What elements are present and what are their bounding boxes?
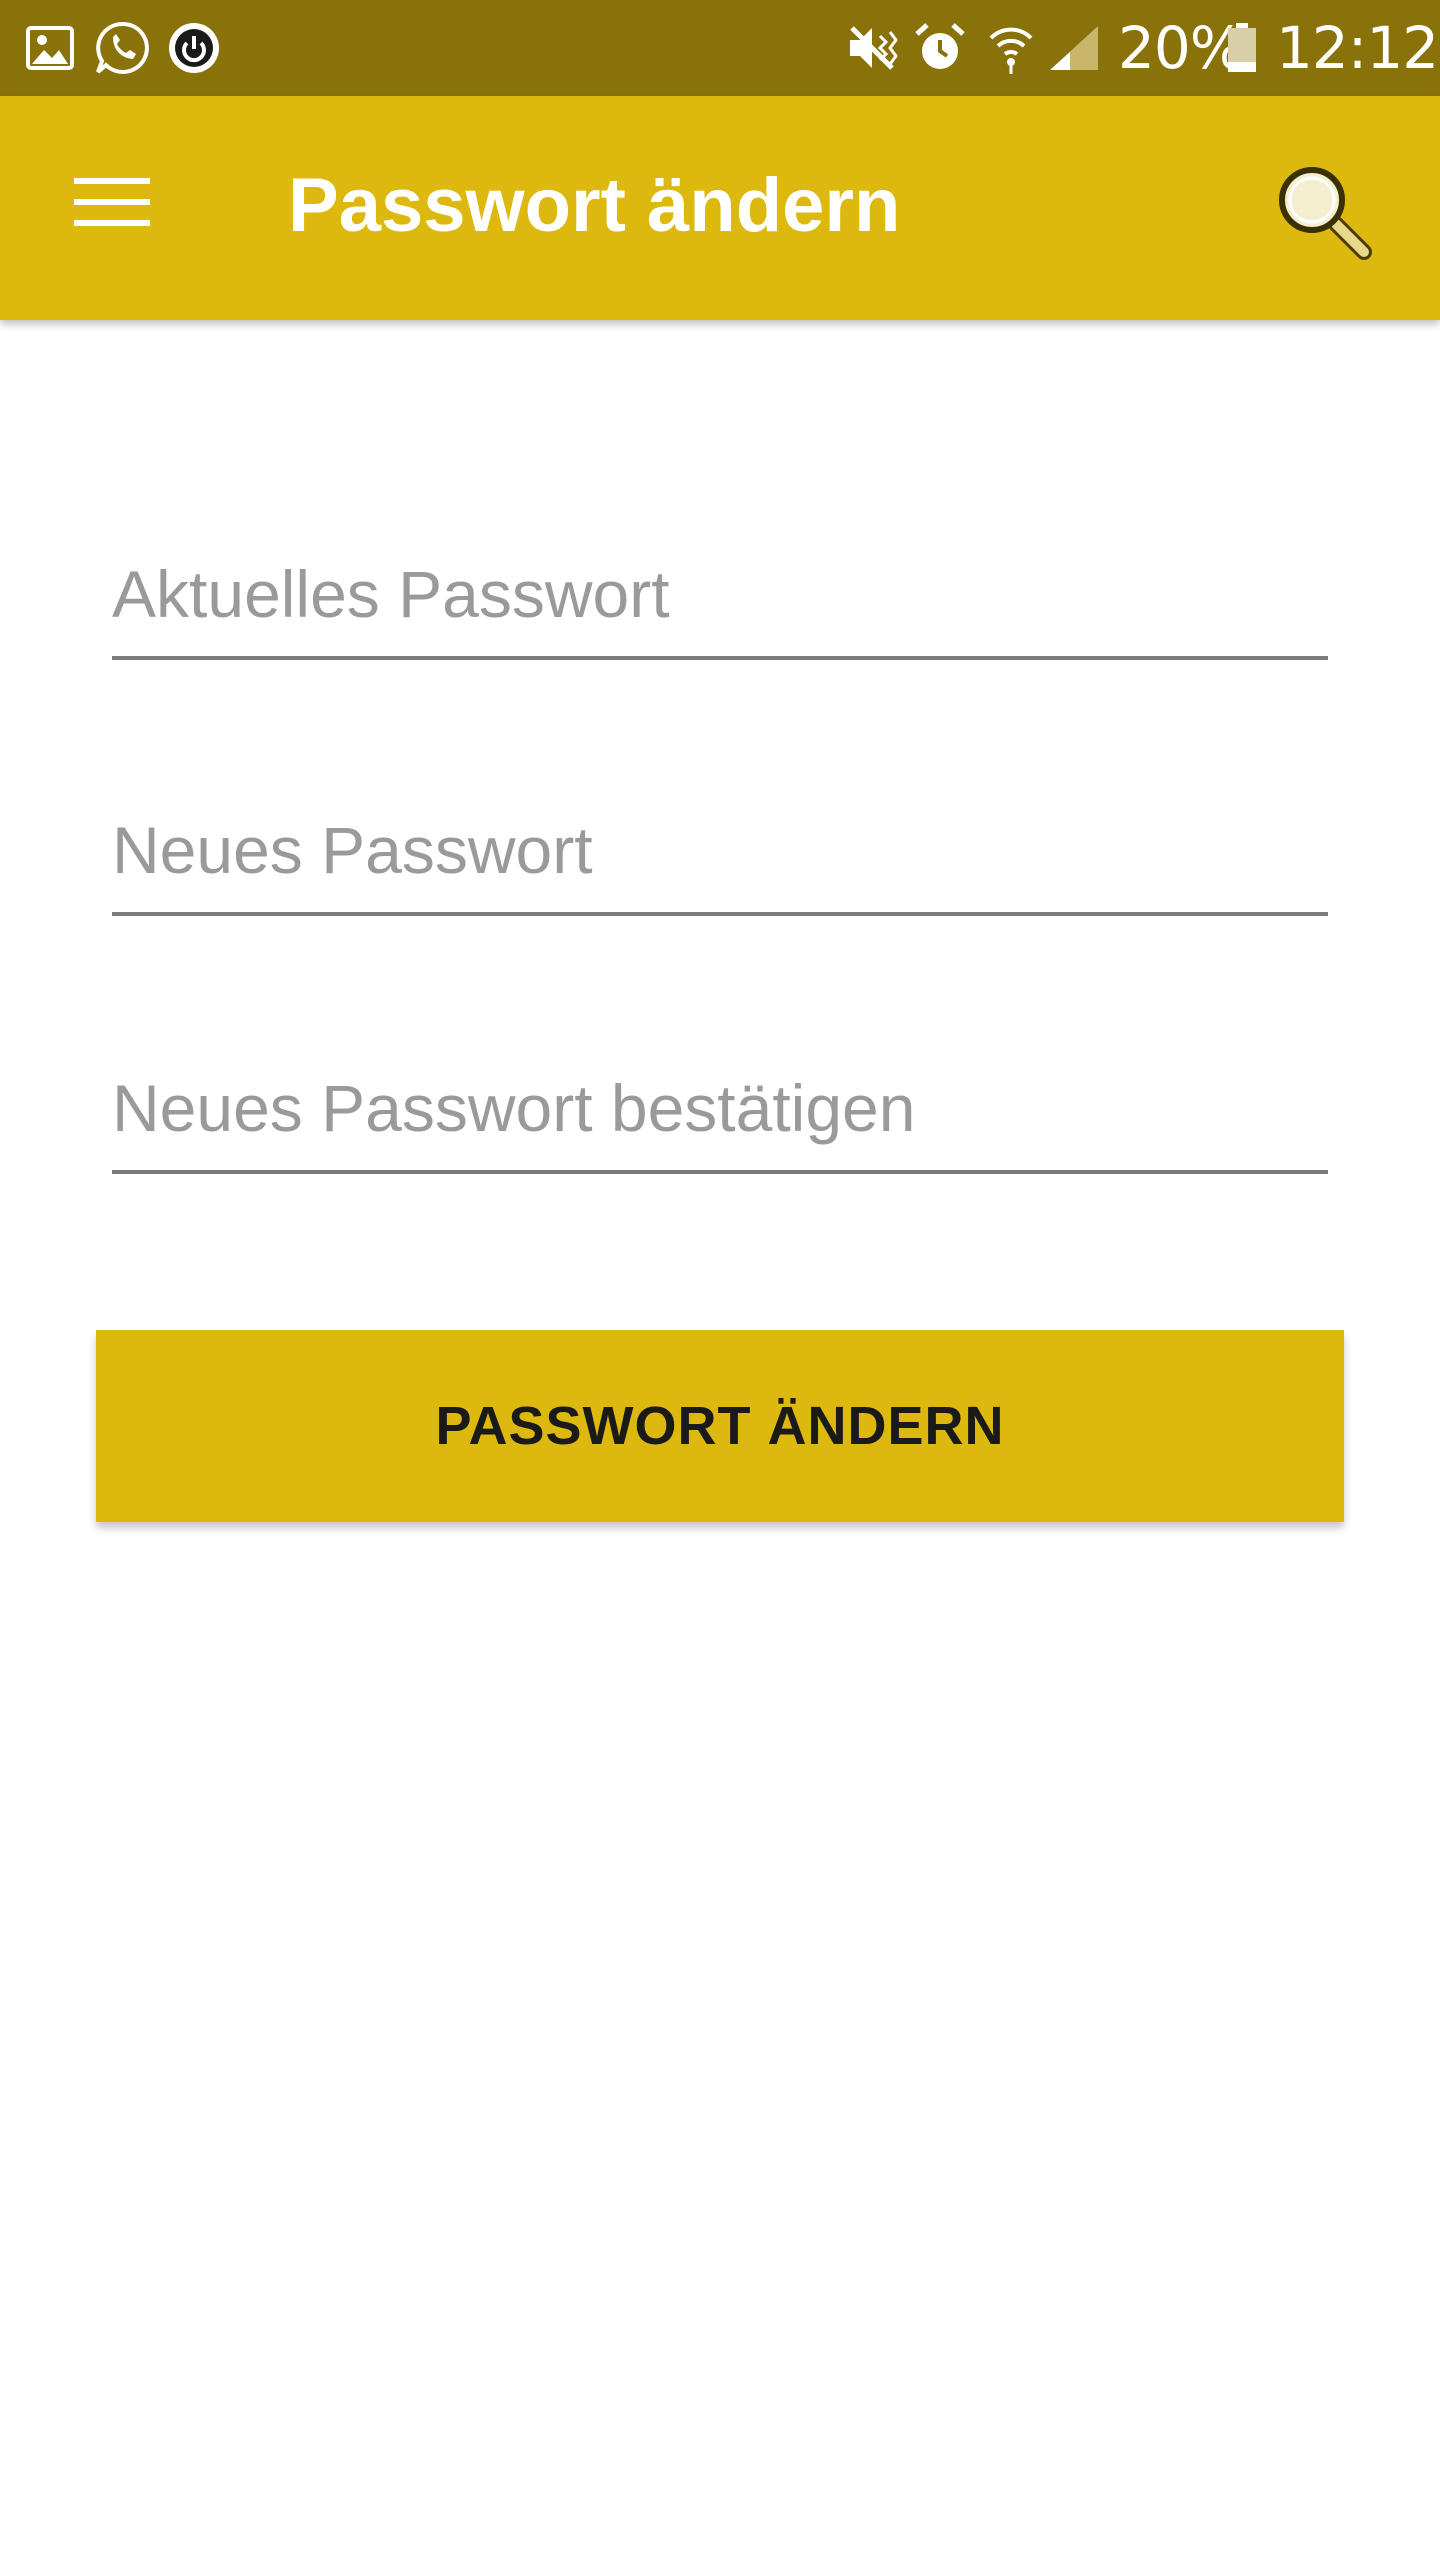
search-button[interactable] — [1264, 154, 1384, 274]
image-icon — [24, 18, 76, 78]
new-password-input[interactable] — [112, 800, 1328, 900]
app-bar: Passwort ändern — [0, 96, 1440, 320]
whatsapp-icon — [92, 18, 152, 78]
current-password-field[interactable] — [112, 536, 1328, 660]
page-title: Passwort ändern — [288, 163, 901, 248]
change-password-button[interactable]: PASSWORT ÄNDERN — [96, 1330, 1344, 1522]
new-password-field[interactable] — [112, 792, 1328, 916]
hamburger-menu-icon — [72, 172, 152, 237]
wifi-icon — [986, 18, 1036, 78]
signal-icon — [1046, 18, 1102, 78]
search-icon — [1272, 160, 1376, 269]
confirm-password-field[interactable] — [112, 1050, 1328, 1174]
power-app-icon — [164, 18, 224, 78]
confirm-password-input[interactable] — [112, 1058, 1328, 1158]
battery-icon — [1224, 18, 1260, 78]
alarm-icon — [912, 18, 968, 78]
status-bar: 20% 12:12 — [0, 0, 1440, 96]
vibrate-mute-icon — [846, 18, 902, 78]
status-time: 12:12 — [1276, 14, 1439, 82]
current-password-input[interactable] — [112, 544, 1328, 644]
menu-button[interactable] — [60, 152, 164, 256]
